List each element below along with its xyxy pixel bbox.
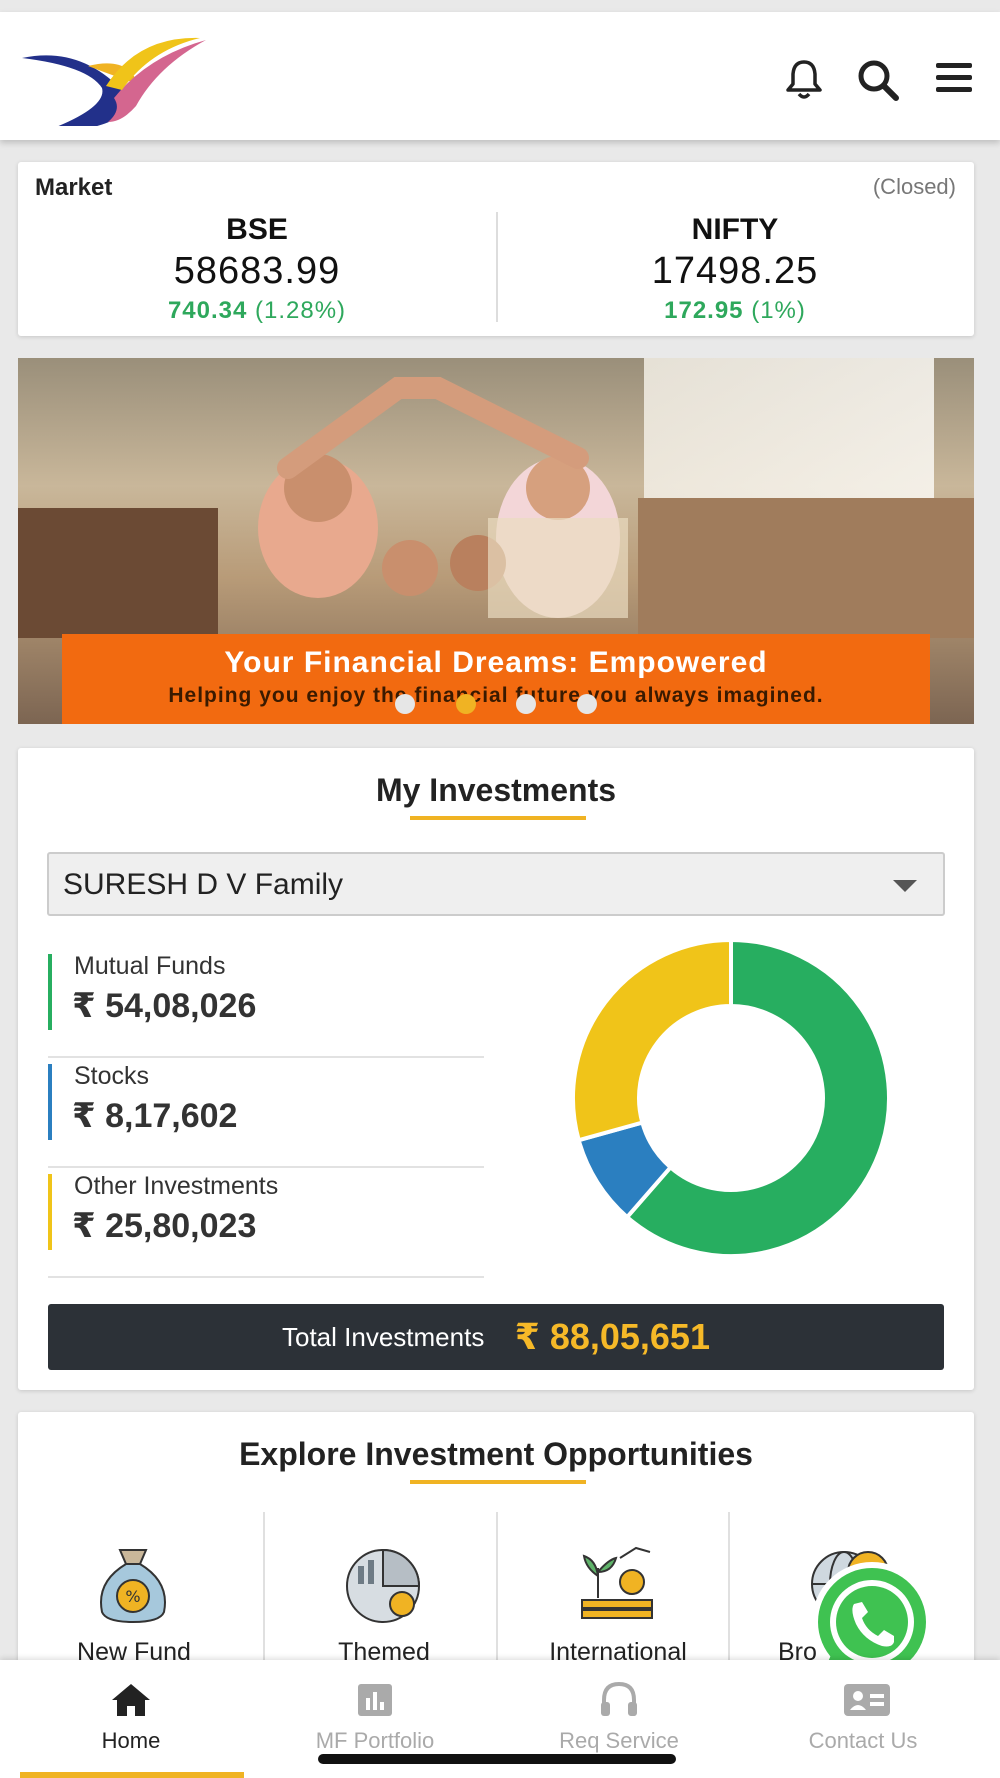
family-dropdown[interactable]: SURESH D V Family <box>47 852 945 916</box>
carousel-dot[interactable] <box>395 694 416 714</box>
tile-divider <box>496 1512 498 1672</box>
nav-label: MF Portfolio <box>315 1728 435 1753</box>
themed-chart-icon <box>346 1548 421 1623</box>
index-value: 58683.99 <box>173 250 341 292</box>
investment-name: Stocks <box>74 1062 150 1090</box>
investment-amount: ₹ 8,17,602 <box>72 1097 238 1135</box>
family-dropdown-value: SURESH D V Family <box>63 868 344 901</box>
nav-contact-us[interactable]: Contact Us <box>738 1660 988 1778</box>
my-investments-card: My Investments SURESH D V Family Mutual … <box>18 748 974 1390</box>
nav-home[interactable]: Home <box>6 1660 256 1778</box>
carousel-dot-active[interactable] <box>455 694 476 714</box>
category-color-bar <box>48 1064 52 1140</box>
category-color-bar <box>48 1174 52 1250</box>
index-change-percent: (1%) <box>751 297 806 324</box>
svg-text:%: % <box>125 1587 140 1606</box>
investment-item-stocks[interactable]: Stocks ₹ 8,17,602 <box>48 1058 484 1168</box>
market-status: (Closed) <box>872 174 956 199</box>
company-logo[interactable] <box>18 26 208 126</box>
market-label: Market <box>35 174 113 201</box>
investment-amount: ₹ 25,80,023 <box>72 1207 257 1245</box>
total-label: Total Investments <box>282 1322 485 1352</box>
category-color-bar <box>48 954 52 1030</box>
tile-divider <box>728 1512 730 1672</box>
carousel-dot[interactable] <box>576 694 597 714</box>
contact-card-icon <box>844 1684 890 1716</box>
donut-slice-other-investments[interactable] <box>571 938 733 1143</box>
investment-name: Mutual Funds <box>74 952 226 980</box>
headset-icon <box>601 1681 637 1716</box>
index-name: BSE <box>226 213 288 246</box>
title-underline <box>410 1480 586 1484</box>
index-change-points: 172.95 <box>664 297 744 324</box>
bar-chart-icon <box>358 1684 392 1716</box>
total-amount: ₹ 88,05,651 <box>514 1316 710 1357</box>
menu-icon[interactable] <box>934 58 974 98</box>
investment-item-mutual-funds[interactable]: Mutual Funds ₹ 54,08,026 <box>48 948 484 1058</box>
family-photo <box>18 377 974 638</box>
bottom-navigation: Home MF Portfolio Req Service Contact Us <box>0 1660 1000 1778</box>
search-icon[interactable] <box>856 58 900 102</box>
title-underline <box>410 816 586 820</box>
investment-name: Other Investments <box>74 1172 279 1200</box>
home-icon <box>112 1684 150 1716</box>
nav-label: Req Service <box>559 1728 679 1753</box>
bell-icon[interactable] <box>784 58 824 100</box>
market-card: Market (Closed) BSE 58683.99 740.34 (1.2… <box>18 162 974 336</box>
section-title: Explore Investment Opportunities <box>239 1436 753 1472</box>
carousel-dot[interactable] <box>516 694 537 714</box>
tile-divider <box>263 1512 265 1672</box>
index-change: 172.95 (1%) <box>496 294 974 328</box>
nav-label: Contact Us <box>808 1728 918 1753</box>
index-change-points: 740.34 <box>167 297 248 324</box>
plant-growth-icon <box>581 1546 653 1619</box>
investment-item-other[interactable]: Other Investments ₹ 25,80,023 <box>48 1168 484 1278</box>
section-title: My Investments <box>375 772 617 808</box>
system-home-indicator[interactable] <box>318 1754 676 1764</box>
investment-donut-chart[interactable] <box>546 938 916 1258</box>
carousel-dots <box>18 694 974 719</box>
money-bag-icon: % <box>100 1549 166 1624</box>
banner-title: Your Financial Dreams: Empowered <box>224 646 768 679</box>
index-name: NIFTY <box>691 213 779 246</box>
chevron-down-icon <box>893 880 917 892</box>
index-value: 17498.25 <box>651 250 819 292</box>
active-tab-indicator <box>20 1772 244 1778</box>
app-header <box>0 12 1000 140</box>
investment-amount: ₹ 54,08,026 <box>72 987 257 1025</box>
bse-index[interactable]: BSE 58683.99 740.34 (1.28%) <box>18 212 496 328</box>
total-investments-bar: Total Investments ₹ 88,05,651 <box>48 1304 944 1370</box>
index-change-percent: (1.28%) <box>255 297 347 324</box>
nav-label: Home <box>101 1728 161 1753</box>
index-change: 740.34 (1.28%) <box>18 294 496 328</box>
nifty-index[interactable]: NIFTY 17498.25 172.95 (1%) <box>496 212 974 328</box>
promo-banner[interactable]: Your Financial Dreams: Empowered Helping… <box>18 358 974 724</box>
